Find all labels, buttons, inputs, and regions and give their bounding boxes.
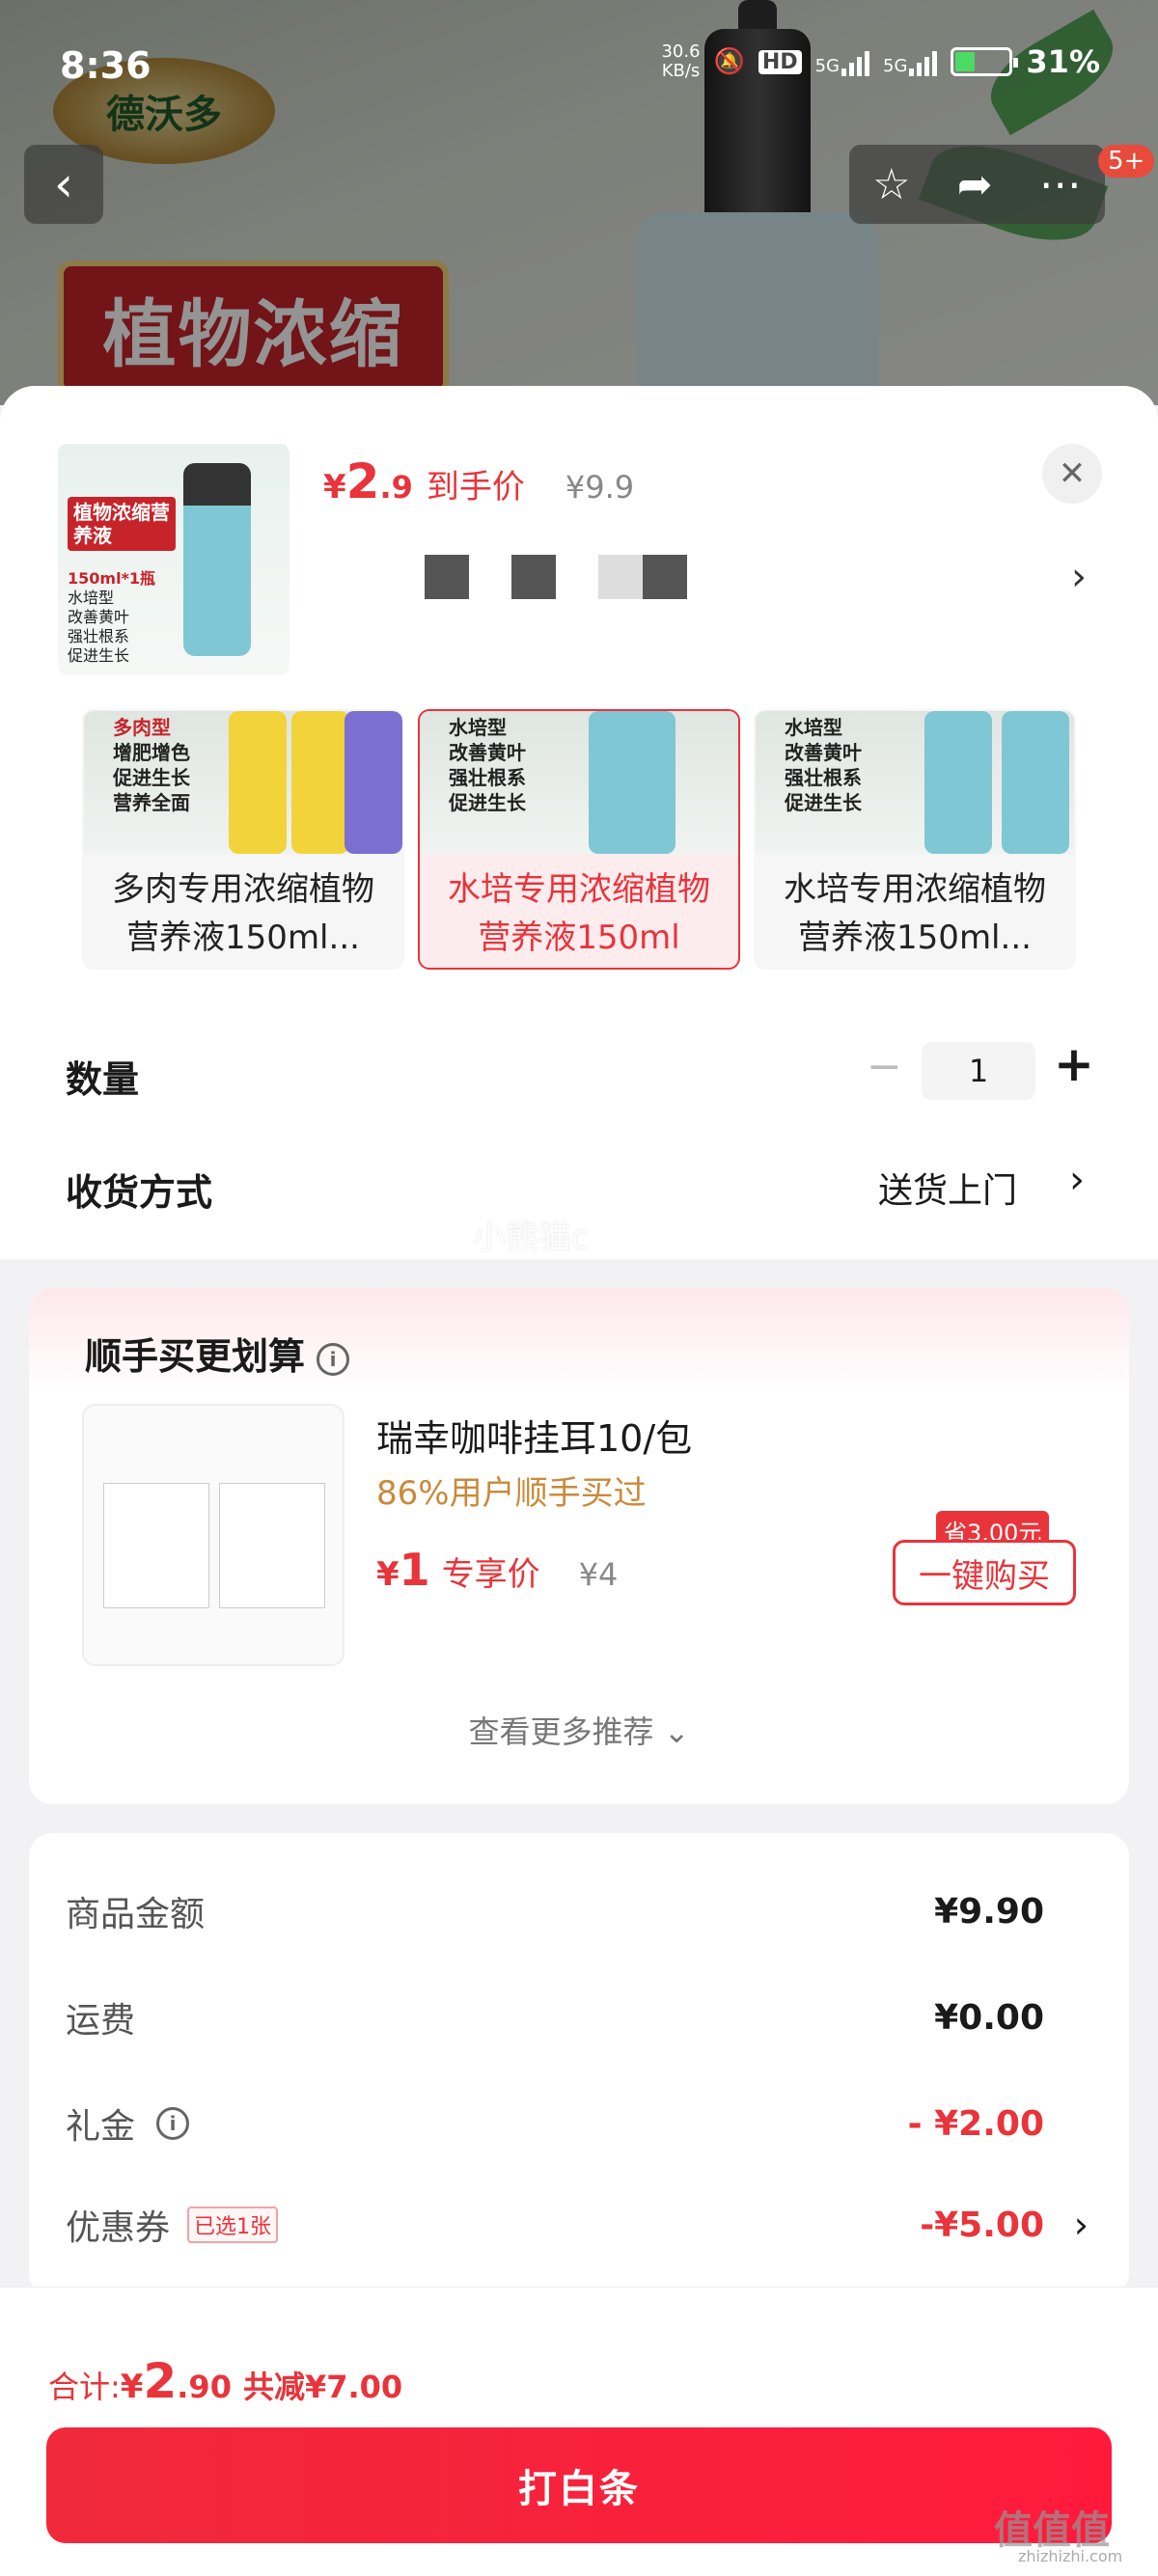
chevron-down-icon: ⌄ [663, 1713, 690, 1750]
more-recommendations-link[interactable]: 查看更多推荐 ⌄ [0, 1708, 1158, 1752]
chevron-right-icon[interactable]: › [1071, 555, 1087, 599]
bundle-item-name[interactable]: 瑞幸咖啡挂耳10/包 [376, 1409, 692, 1462]
summary-row-gift: 礼金 i - ¥2.00 [66, 2103, 1044, 2148]
status-time: 8:36 [60, 44, 152, 87]
status-bar: 8:36 30.6 KB/s 🔕 HD 5G 5G 31% [0, 39, 1158, 96]
bundle-title: 顺手买更划算 i [85, 1327, 350, 1380]
chevron-right-icon[interactable]: › [1069, 1158, 1085, 1202]
variant-title: 多肉专用浓缩植物 营养液150ml... [112, 870, 374, 957]
more-icon[interactable]: ⋯ [1039, 160, 1082, 209]
summary-row-shipping: 运费 ¥0.00 [66, 1997, 1044, 2042]
order-total: 合计: ¥2.90 共减¥7.00 [48, 2353, 403, 2409]
original-price: ¥9.9 [565, 469, 635, 506]
hd-icon: HD [758, 49, 802, 74]
close-button[interactable]: ✕ [1042, 444, 1102, 504]
star-icon[interactable]: ☆ [872, 160, 910, 209]
final-price: ¥2.9 [323, 453, 413, 509]
variant-image: 水培型 改善黄叶 强壮根系 促进生长 [756, 711, 1074, 854]
user-watermark: 小熊猫c [473, 1219, 590, 1257]
bundle-social-proof: 86%用户顺手买过 [376, 1474, 647, 1513]
thumb-bottle [183, 463, 251, 656]
network-speed: 30.6 KB/s [661, 41, 701, 81]
quantity-increase-button[interactable]: + [1054, 1036, 1094, 1092]
variant-title: 水培专用浓缩植物 营养液150ml [448, 870, 710, 957]
chevron-left-icon: ‹ [54, 156, 73, 212]
product-thumbnail[interactable]: 植物浓缩营养液 150ml*1瓶 水培型 改善黄叶 强壮根系 促进生长 [58, 444, 290, 675]
one-click-buy-button[interactable]: 一键购买 [893, 1540, 1076, 1605]
final-price-label: 到手价 [426, 468, 525, 507]
back-button[interactable]: ‹ [24, 145, 103, 224]
page-actions: ☆ ➦ ⋯ [849, 145, 1105, 224]
variant-option[interactable]: 多肉型 增肥增色 促进生长 营养全面 多肉专用浓缩植物 营养液150ml... [82, 709, 404, 970]
purchase-sheet: 植物浓缩营养液 150ml*1瓶 水培型 改善黄叶 强壮根系 促进生长 ¥2.9… [0, 386, 1158, 2576]
quantity-label: 数量 [66, 1058, 140, 1101]
signal-icon: 5G [883, 47, 938, 76]
battery-icon [951, 47, 1019, 76]
quantity-input[interactable]: 1 [922, 1042, 1035, 1100]
info-icon[interactable]: i [156, 2107, 190, 2140]
thumb-notes: 150ml*1瓶 水培型 改善黄叶 强壮根系 促进生长 [68, 569, 156, 665]
status-icons: 30.6 KB/s 🔕 HD 5G 5G 31% [661, 42, 1100, 81]
notification-badge: 5+ [1098, 145, 1155, 178]
signal-icon: 5G [815, 47, 869, 76]
summary-row-coupon[interactable]: 优惠券 已选1张 -¥5.00 › [66, 2200, 1089, 2250]
share-icon[interactable]: ➦ [957, 160, 993, 209]
selected-spec-redacted [425, 555, 687, 599]
bundle-price: ¥1 专享价 ¥4 [376, 1544, 619, 1596]
close-icon: ✕ [1058, 454, 1087, 493]
price-row: ¥2.9 到手价 ¥9.9 [323, 453, 634, 509]
order-summary: 商品金额 ¥9.90 运费 ¥0.00 礼金 i - ¥2.00 优惠券 已选1张… [29, 1833, 1129, 2296]
site-watermark-url: zhizhizhi.com [1018, 2547, 1123, 2565]
checkout-bar: 合计: ¥2.90 共减¥7.00 打白条 [0, 2287, 1158, 2576]
shipping-value[interactable]: 送货上门 [878, 1163, 1017, 1213]
variant-image: 水培型 改善黄叶 强壮根系 促进生长 [420, 711, 738, 854]
shipping-label: 收货方式 [66, 1171, 213, 1214]
variant-list: 多肉型 增肥增色 促进生长 营养全面 多肉专用浓缩植物 营养液150ml... 水… [82, 709, 1076, 970]
pay-button[interactable]: 打白条 [46, 2427, 1112, 2543]
bundle-item-image[interactable] [82, 1404, 345, 1666]
variant-option-selected[interactable]: 水培型 改善黄叶 强壮根系 促进生长 水培专用浓缩植物 营养液150ml [418, 709, 740, 970]
variant-title: 水培专用浓缩植物 营养液150ml... [784, 870, 1046, 957]
quantity-decrease-button[interactable]: − [867, 1042, 902, 1091]
chevron-right-icon[interactable]: › [1074, 2204, 1089, 2246]
total-savings: 共减¥7.00 [242, 2369, 403, 2405]
variant-image: 多肉型 增肥增色 促进生长 营养全面 [84, 711, 402, 854]
sku-card: 植物浓缩营养液 150ml*1瓶 水培型 改善黄叶 强壮根系 促进生长 ¥2.9… [0, 386, 1158, 1259]
summary-row-goods: 商品金额 ¥9.90 [66, 1891, 1044, 1935]
variant-option[interactable]: 水培型 改善黄叶 强壮根系 促进生长 水培专用浓缩植物 营养液150ml... [754, 709, 1076, 970]
info-icon[interactable]: i [317, 1342, 350, 1376]
battery-percent: 31% [1026, 43, 1100, 80]
thumb-tag: 植物浓缩营养液 [68, 497, 176, 551]
coupon-selected-tag: 已选1张 [187, 2206, 279, 2243]
mute-icon: 🔕 [713, 47, 745, 76]
